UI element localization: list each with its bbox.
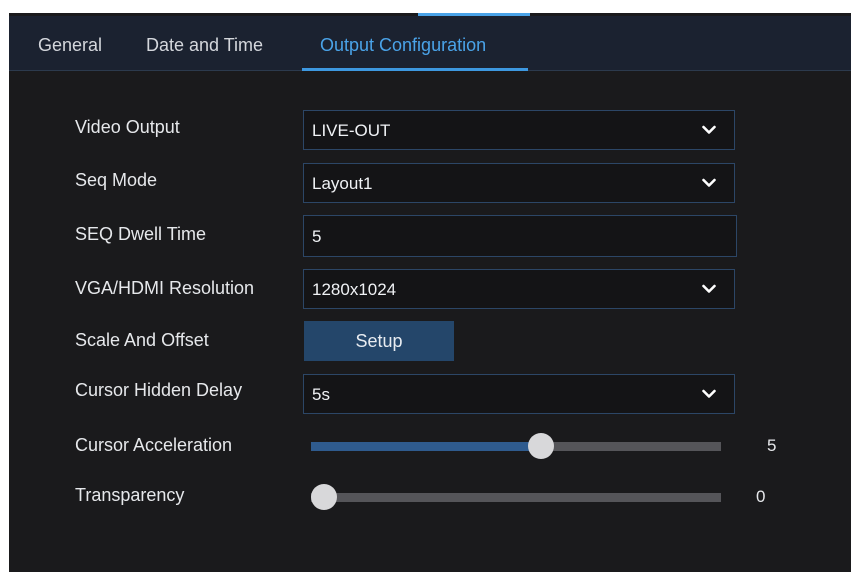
seq-mode-select[interactable]: Layout1: [303, 163, 735, 203]
tab-output-configuration[interactable]: Output Configuration: [320, 16, 486, 70]
resolution-label: VGA/HDMI Resolution: [75, 278, 255, 298]
video-output-label: Video Output: [75, 117, 180, 137]
seq-mode-value: Layout1: [312, 174, 373, 193]
tab-bar: General Date and Time Output Configurati…: [9, 16, 851, 71]
seq-dwell-time-input[interactable]: 5: [303, 215, 737, 257]
cursor-hidden-delay-select[interactable]: 5s: [303, 374, 735, 414]
cursor-acceleration-slider-thumb[interactable]: [527, 433, 554, 459]
resolution-value: 1280x1024: [312, 280, 397, 299]
seq-dwell-time-label: SEQ Dwell Time: [75, 224, 207, 244]
setup-button[interactable]: Setup: [304, 321, 454, 361]
tab-date-and-time[interactable]: Date and Time: [146, 16, 263, 70]
video-output-select[interactable]: LIVE-OUT: [303, 110, 735, 150]
resolution-select[interactable]: 1280x1024: [303, 269, 735, 309]
cursor-acceleration-value: 5: [767, 436, 777, 455]
seq-mode-label: Seq Mode: [75, 170, 158, 190]
chevron-down-icon: [702, 284, 716, 293]
seq-dwell-time-value: 5: [312, 227, 322, 246]
transparency-label: Transparency: [75, 485, 185, 505]
transparency-slider-thumb[interactable]: [311, 484, 337, 510]
scale-offset-label: Scale And Offset: [75, 330, 209, 350]
transparency-value: 0: [756, 487, 766, 506]
cursor-acceleration-label: Cursor Acceleration: [75, 435, 233, 455]
chevron-down-icon: [702, 389, 716, 398]
transparency-slider[interactable]: [311, 484, 721, 510]
chevron-down-icon: [702, 178, 716, 187]
cursor-hidden-delay-value: 5s: [312, 385, 330, 404]
cursor-acceleration-slider[interactable]: [311, 433, 721, 459]
active-tab-underline: [302, 68, 528, 71]
cursor-hidden-delay-label: Cursor Hidden Delay: [75, 380, 243, 400]
chevron-down-icon: [702, 125, 716, 134]
cursor-acceleration-slider-fill: [311, 442, 541, 451]
video-output-value: LIVE-OUT: [312, 121, 391, 140]
tab-general[interactable]: General: [38, 16, 102, 70]
